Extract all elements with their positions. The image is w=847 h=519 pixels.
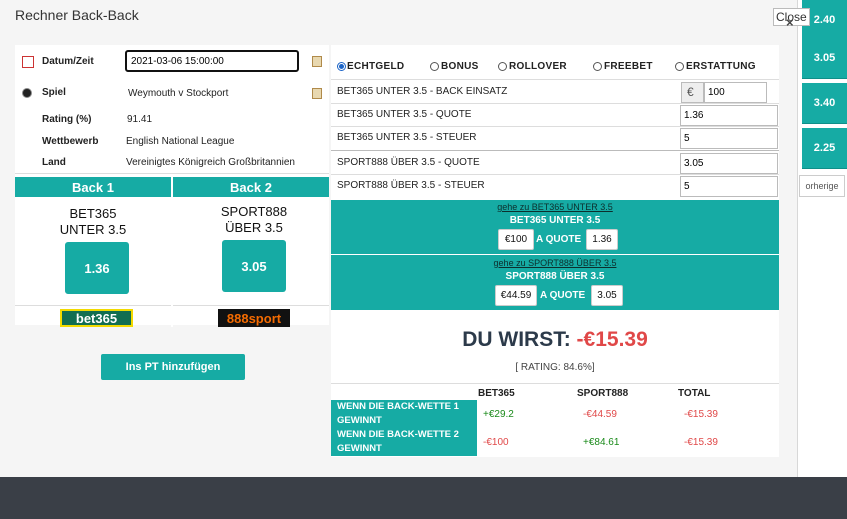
odds-cell[interactable]: 2.25 (802, 128, 847, 169)
table-cell: -€15.39 (684, 409, 718, 420)
back2-odds[interactable]: 3.05 (222, 240, 286, 292)
competition-label: Wettbewerb (42, 136, 99, 147)
mode-label-erstattung[interactable]: ERSTATTUNG (686, 61, 756, 72)
mode-label-echtgeld[interactable]: ECHTGELD (347, 61, 404, 72)
mode-radio-echtgeld[interactable] (337, 62, 346, 71)
back1-header: Back 1 (15, 177, 171, 197)
divider (15, 173, 329, 174)
country-label: Land (42, 157, 66, 168)
result-summary: DU WIRST: -€15.39 (331, 328, 779, 352)
sport888-stake-chip: €44.59 (495, 285, 537, 306)
datetime-label: Datum/Zeit (42, 56, 94, 67)
back2-market: ÜBER 3.5 (225, 220, 283, 235)
country-value: Vereinigtes Königreich Großbritannien (126, 157, 295, 168)
table-header-sport888: SPORT888 (577, 388, 629, 399)
mode-radio-bonus[interactable] (430, 62, 439, 71)
back2-header: Back 2 (173, 177, 329, 197)
previous-button[interactable]: orherige (799, 175, 845, 197)
row-label-back1-wins: WENN DIE BACK-WETTE 1 GEWINNT (331, 400, 477, 428)
match-value: Weymouth v Stockport (128, 88, 229, 99)
goto-bet365-link[interactable]: gehe zu BET365 UNTER 3.5 (331, 202, 779, 212)
divider (173, 305, 329, 306)
table-cell: -€100 (483, 437, 509, 448)
competition-value: English National League (126, 136, 235, 147)
table-cell: +€29.2 (483, 409, 514, 420)
quote1-label: BET365 UNTER 3.5 - QUOTE (337, 109, 472, 120)
odds-cell[interactable]: 3.05 (802, 38, 847, 79)
tax1-input[interactable] (680, 128, 778, 149)
mode-radio-freebet[interactable] (593, 62, 602, 71)
tax2-label: SPORT888 ÜBER 3.5 - STEUER (337, 180, 485, 191)
stake-label: BET365 UNTER 3.5 - BACK EINSATZ (337, 86, 508, 97)
result-prefix: DU WIRST: (462, 328, 571, 351)
copy-icon[interactable] (312, 56, 322, 67)
table-header-bet365: BET365 (478, 388, 515, 399)
datetime-input[interactable] (125, 50, 299, 72)
bet365-logo: bet365 (60, 309, 133, 327)
back2-bookmaker: SPORT888 (220, 204, 288, 219)
table-cell: -€44.59 (583, 409, 617, 420)
back1-bookmaker: BET365 (69, 206, 117, 221)
divider (331, 150, 779, 151)
mode-label-rollover[interactable]: ROLLOVER (509, 61, 567, 72)
mode-label-bonus[interactable]: BONUS (441, 61, 479, 72)
quote2-input[interactable] (680, 153, 778, 174)
bet365-quote-chip: 1.36 (586, 229, 618, 250)
result-rating: [ RATING: 84.6%] (515, 362, 595, 373)
divider (331, 383, 779, 384)
divider (331, 103, 779, 104)
divider (15, 305, 171, 306)
goto-bet365-title: BET365 UNTER 3.5 (509, 215, 601, 226)
table-header-total: TOTAL (678, 388, 711, 399)
table-cell: +€84.61 (583, 437, 620, 448)
sport888-quote-label: A QUOTE (540, 290, 586, 301)
tax1-label: BET365 UNTER 3.5 - STEUER (337, 132, 477, 143)
divider (331, 174, 779, 175)
football-icon (22, 88, 32, 98)
888sport-logo: 888sport (218, 309, 290, 327)
result-value: -€15.39 (576, 328, 648, 351)
odds-cell[interactable]: 3.40 (802, 83, 847, 124)
bet365-quote-label: A QUOTE (536, 234, 582, 245)
goto-sport888-link[interactable]: gehe zu SPORT888 ÜBER 3.5 (331, 258, 779, 268)
divider (331, 126, 779, 127)
quote2-label: SPORT888 ÜBER 3.5 - QUOTE (337, 157, 480, 168)
back1-odds[interactable]: 1.36 (65, 242, 129, 294)
row-label-back2-wins: WENN DIE BACK-WETTE 2 GEWINNT (331, 428, 477, 456)
calendar-icon (22, 56, 34, 68)
close-icon[interactable]: × (786, 15, 794, 30)
sport888-quote-chip: 3.05 (591, 285, 623, 306)
match-label: Spiel (42, 87, 66, 98)
currency-addon: € (681, 82, 704, 103)
table-cell: -€15.39 (684, 437, 718, 448)
tax2-input[interactable] (680, 176, 778, 197)
add-to-pt-button[interactable]: Ins PT hinzufügen (101, 354, 245, 380)
mode-radio-erstattung[interactable] (675, 62, 684, 71)
goto-sport888-title: SPORT888 ÜBER 3.5 (505, 271, 605, 282)
copy-icon[interactable] (312, 88, 322, 99)
rating-label: Rating (%) (42, 114, 92, 125)
stake-input[interactable] (704, 82, 767, 103)
rating-value: 91.41 (127, 114, 153, 125)
dialog-title: Rechner Back-Back (15, 7, 139, 23)
mode-label-freebet[interactable]: FREEBET (604, 61, 653, 72)
divider (331, 79, 779, 80)
bet365-stake-chip: €100 (498, 229, 534, 250)
back1-market: UNTER 3.5 (59, 222, 127, 237)
mode-radio-rollover[interactable] (498, 62, 507, 71)
quote1-input[interactable] (680, 105, 778, 126)
footer-bar (0, 477, 847, 519)
